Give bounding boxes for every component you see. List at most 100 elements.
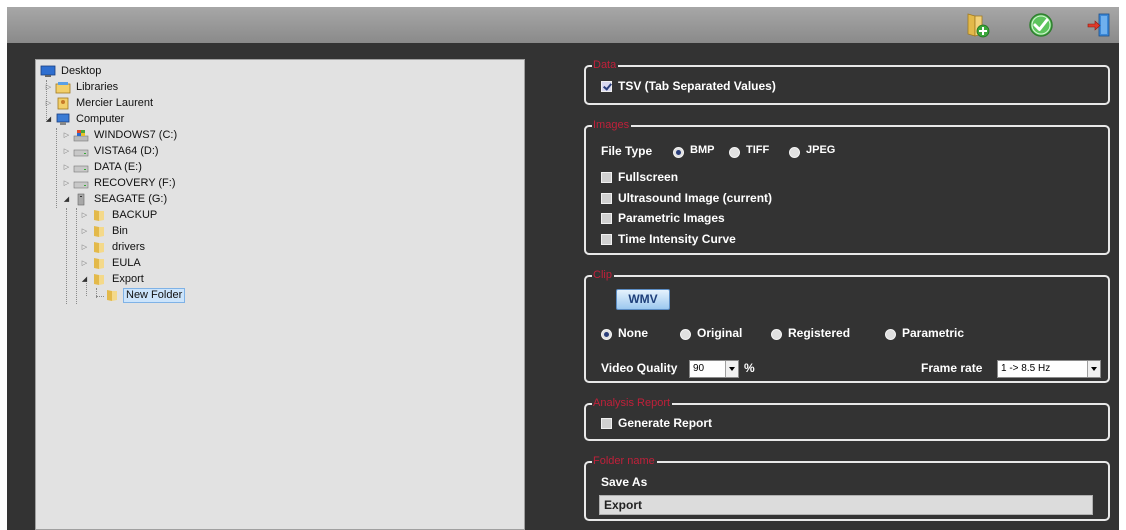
tree-item-new-folder[interactable]: New Folder: [104, 287, 186, 303]
clip-mode-parametric-radio[interactable]: [885, 329, 896, 340]
file-type-bmp-label: BMP: [690, 144, 715, 156]
video-quality-unit: %: [744, 361, 755, 375]
expand-icon[interactable]: ▷: [62, 163, 71, 171]
tree-item-drivers[interactable]: ▷ drivers: [80, 240, 147, 254]
fullscreen-label: Fullscreen: [618, 170, 679, 184]
file-type-tiff-label: TIFF: [746, 144, 770, 156]
chevron-down-icon[interactable]: [1087, 361, 1100, 377]
save-as-input[interactable]: Export: [599, 495, 1093, 515]
group-title: Images: [592, 118, 632, 132]
wmv-button[interactable]: WMV: [616, 289, 670, 310]
group-title: Folder name: [592, 454, 657, 468]
tree-connector: [96, 296, 104, 297]
tree-item-drive-g[interactable]: ◢ SEAGATE (G:): [62, 192, 169, 206]
tree-item-drive-e[interactable]: ▷ DATA (E:): [62, 160, 144, 174]
video-quality-label: Video Quality: [601, 361, 678, 375]
tree-item-drive-d[interactable]: ▷ VISTA64 (D:): [62, 144, 161, 158]
tree-item-user[interactable]: ▷ Mercier Laurent: [44, 96, 155, 110]
libraries-icon: [55, 81, 71, 94]
clip-mode-parametric-label: Parametric: [902, 326, 965, 340]
clip-mode-registered-radio[interactable]: [771, 329, 782, 340]
check-icon: [1029, 13, 1053, 37]
confirm-button[interactable]: [1027, 11, 1055, 39]
file-type-bmp-radio[interactable]: [673, 147, 684, 158]
user-folder-icon: [55, 97, 71, 110]
folder-tree[interactable]: Desktop ▷ Libraries ▷ Mercier Laurent ◢ …: [35, 59, 525, 530]
add-folder-button[interactable]: [963, 11, 991, 39]
tree-item-computer[interactable]: ◢ Computer: [44, 112, 126, 126]
tsv-label: TSV (Tab Separated Values): [618, 79, 776, 93]
expand-icon[interactable]: ▷: [44, 83, 53, 91]
parametric-images-checkbox[interactable]: [601, 213, 612, 224]
data-group: Data TSV (Tab Separated Values): [584, 58, 1110, 105]
tree-connector: [76, 208, 77, 304]
expand-icon[interactable]: ▷: [62, 147, 71, 155]
generate-report-checkbox[interactable]: [601, 418, 612, 429]
tree-item-label: SEAGATE (G:): [94, 192, 168, 205]
tree-item-eula[interactable]: ▷ EULA: [80, 256, 143, 270]
tree-item-drive-f[interactable]: ▷ RECOVERY (F:): [62, 176, 178, 190]
drive-icon: [73, 161, 89, 174]
analysis-report-group: Analysis Report Generate Report: [584, 396, 1110, 441]
clip-mode-original-label: Original: [697, 326, 743, 340]
tree-connector: [66, 208, 67, 304]
tree-item-label: Mercier Laurent: [76, 96, 154, 109]
frame-rate-value: 1 -> 8.5 Hz: [1001, 363, 1051, 374]
tree-connector: [56, 128, 57, 208]
collapse-icon[interactable]: ◢: [80, 275, 89, 283]
video-quality-select[interactable]: 90: [689, 360, 739, 378]
clip-mode-registered-label: Registered: [788, 326, 851, 340]
tree-item-label: RECOVERY (F:): [94, 176, 176, 189]
computer-icon: [55, 113, 71, 126]
collapse-icon[interactable]: ◢: [44, 115, 53, 123]
parametric-images-label: Parametric Images: [618, 211, 725, 225]
tree-item-desktop[interactable]: Desktop: [40, 64, 103, 78]
export-dialog: Desktop ▷ Libraries ▷ Mercier Laurent ◢ …: [7, 7, 1119, 530]
expand-icon[interactable]: ▷: [80, 227, 89, 235]
ultrasound-image-checkbox[interactable]: [601, 193, 612, 204]
video-quality-value: 90: [693, 363, 705, 374]
tsv-checkbox[interactable]: [601, 81, 612, 92]
folder-icon: [91, 209, 107, 222]
expand-icon[interactable]: ▷: [80, 211, 89, 219]
clip-group: Clip WMV None Original Registered Parame…: [584, 268, 1110, 383]
file-type-tiff-radio[interactable]: [729, 147, 740, 158]
frame-rate-select[interactable]: 1 -> 8.5 Hz: [997, 360, 1101, 378]
clip-mode-none-label: None: [618, 326, 648, 340]
file-type-jpeg-radio[interactable]: [789, 147, 800, 158]
tree-item-label: WINDOWS7 (C:): [94, 128, 178, 141]
group-title: Clip: [592, 268, 614, 282]
folder-icon: [91, 257, 107, 270]
desktop-icon: [40, 65, 56, 78]
time-intensity-curve-label: Time Intensity Curve: [618, 232, 736, 246]
expand-icon[interactable]: ▷: [62, 131, 71, 139]
exit-button[interactable]: [1085, 11, 1113, 39]
clip-mode-original-radio[interactable]: [680, 329, 691, 340]
tree-item-label: New Folder: [123, 287, 186, 303]
tree-item-bin[interactable]: ▷ Bin: [80, 224, 130, 238]
expand-icon[interactable]: ▷: [80, 243, 89, 251]
tree-item-backup[interactable]: ▷ BACKUP: [80, 208, 159, 222]
folder-name-group: Folder name Save As Export: [584, 454, 1110, 521]
fullscreen-checkbox[interactable]: [601, 172, 612, 183]
expand-icon[interactable]: ▷: [62, 179, 71, 187]
tree-item-export[interactable]: ◢ Export: [80, 272, 146, 286]
generate-report-label: Generate Report: [618, 416, 713, 430]
chevron-down-icon[interactable]: [725, 361, 738, 377]
tree-item-label: Desktop: [61, 64, 102, 77]
tree-item-libraries[interactable]: ▷ Libraries: [44, 80, 120, 94]
expand-icon[interactable]: ▷: [80, 259, 89, 267]
collapse-icon[interactable]: ◢: [62, 195, 71, 203]
images-group: Images File Type BMP TIFF JPEG Fullscree…: [584, 118, 1110, 255]
tree-item-label: DATA (E:): [94, 160, 142, 173]
time-intensity-curve-checkbox[interactable]: [601, 234, 612, 245]
folder-icon: [104, 289, 120, 302]
folder-icon: [91, 241, 107, 254]
expand-icon[interactable]: ▷: [44, 99, 53, 107]
tree-item-label: Export: [112, 272, 144, 285]
group-title: Analysis Report: [592, 396, 673, 410]
group-title: Data: [592, 58, 619, 72]
tree-item-drive-c[interactable]: ▷ WINDOWS7 (C:): [62, 128, 179, 142]
clip-mode-none-radio[interactable]: [601, 329, 612, 340]
file-type-label: File Type: [601, 144, 653, 158]
